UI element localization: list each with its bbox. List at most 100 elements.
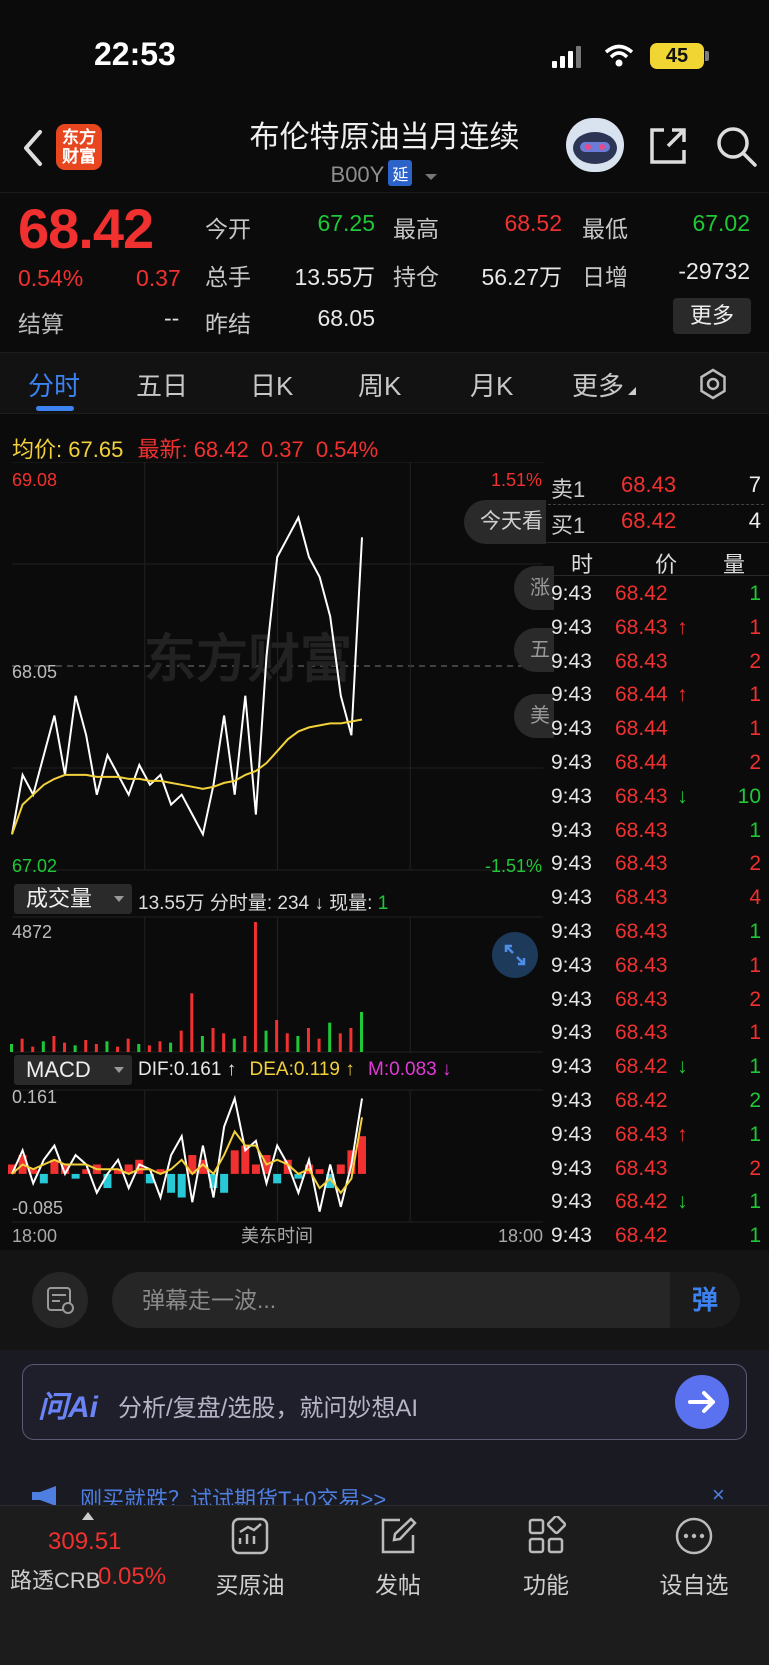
intraday-chart[interactable]: 东方财富 69.08 68.05 67.02 1.51% -1.51% 4872… [0,462,545,1252]
macd-bar [177,1173,186,1198]
tab-monthly-k[interactable]: 月K [470,366,513,403]
volume-indicator-select[interactable]: 成交量 [14,884,132,914]
settle-label: 结算 [18,311,64,337]
tick-price: 68.44 [615,717,668,741]
volume-bar [41,1041,45,1052]
volume-bar [200,1035,204,1052]
tick-qty: 1 [749,1122,761,1146]
tick-price: 68.43 [615,818,668,842]
tick-row: 9:43 68.42 1 [545,576,769,610]
ticks-header: 时 价 量 [545,542,769,577]
tick-arrow: ↑ [677,683,688,707]
nav-add-watchlist[interactable]: 设自选 [639,1512,749,1600]
tab-more-label: 更多 [572,371,625,401]
volume-bars [10,922,363,1052]
tick-row: 9:43 68.42 ↓ 1 [545,1049,769,1083]
tick-qty: 2 [749,852,761,876]
prev-settle-label: 昨结 [205,311,251,337]
chart-grid [12,462,543,1223]
tick-time: 9:43 [551,987,592,1011]
open-value: 67.25 [317,210,375,236]
danmu-send-button[interactable]: 弹 [670,1272,740,1328]
time-axis-label: 美东时间 [241,1226,313,1246]
volume-bar [306,1027,310,1052]
search-icon[interactable] [714,124,758,168]
index-pct[interactable]: 0.05% [98,1563,166,1591]
tick-time: 9:43 [551,649,592,673]
current-volume: 1 [377,893,389,914]
more-circle-icon [675,1517,713,1555]
low-value: 67.02 [692,210,750,236]
caret-down-icon [114,1067,124,1073]
tab-five-day[interactable]: 五日 [136,366,188,403]
tab-weekly-k[interactable]: 周K [358,366,401,403]
tick-price: 68.43 [615,886,668,910]
tick-row: 9:43 68.43 2 [545,1151,769,1185]
volume-bar [169,1042,173,1052]
tick-arrow: ↑ [677,1122,688,1146]
volume-bar [63,1042,67,1052]
index-value[interactable]: 309.51 [48,1528,121,1556]
last-price: 68.42 [18,197,154,260]
expand-chart-icon[interactable] [492,932,538,978]
ai-go-button[interactable] [675,1375,729,1429]
time-axis-start: 18:00 [12,1226,57,1246]
nav-post-label: 发帖 [375,1572,421,1598]
volume-bar [360,1011,363,1052]
tab-more[interactable]: 更多 [572,366,637,403]
high-label: 最高 [393,216,439,242]
volume-bar [116,1046,120,1052]
tick-price: 68.43 [615,784,668,808]
volume-max-label: 4872 [12,922,52,942]
tick-row: 9:43 68.43 ↑ 1 [545,1117,769,1151]
volume-bar [285,1033,289,1052]
tick-price: 68.42 [615,1055,668,1079]
danmu-input[interactable]: 弹幕走一波... [112,1272,670,1328]
chevron-down-icon [425,174,438,180]
volume-bar [179,1030,183,1052]
tick-time: 9:43 [551,784,592,808]
index-up-caret-icon [82,1512,94,1520]
caret-down-icon [114,896,124,902]
volume-bar [275,1019,279,1052]
ai-prompt-text[interactable]: 分析/复盘/选股，就问妙想AI [118,1388,418,1423]
tick-qty: 1 [749,1224,761,1248]
tick-price: 68.42 [615,582,668,605]
macd-bar [230,1150,239,1174]
chart-box-icon [231,1517,269,1555]
macd-bar [167,1173,176,1193]
tab-intraday[interactable]: 分时 [28,366,80,403]
macd-dif-line [11,1094,363,1212]
robot-assistant-avatar[interactable] [566,118,624,172]
share-icon[interactable] [646,124,690,168]
latest-change: 0.37 [260,437,304,462]
tick-row: 9:43 68.43 2 [545,982,769,1016]
macd-indicator-select[interactable]: MACD [14,1055,132,1085]
index-name[interactable]: 路透CRB [10,1563,100,1595]
tick-price: 68.42 [615,1224,668,1248]
tick-time: 9:43 [551,1122,592,1146]
tick-time: 9:43 [551,818,592,842]
edit-icon [381,1517,417,1554]
nav-buy-oil[interactable]: 买原油 [195,1512,305,1600]
volume-bar [20,1038,24,1052]
more-button[interactable]: 更多 [673,298,751,334]
nav-post[interactable]: 发帖 [343,1512,453,1600]
tick-price: 68.43 [615,615,668,639]
nav-functions[interactable]: 功能 [491,1512,601,1600]
macd-select-label: MACD [26,1057,91,1082]
today-view-bubble[interactable]: 今天看 [464,500,546,544]
volume-bar [253,922,257,1052]
price-change: 0.37 [136,265,181,291]
tab-daily-k[interactable]: 日K [250,366,293,403]
tick-time: 9:43 [551,615,592,639]
danmu-settings-button[interactable] [32,1272,88,1328]
volume-bar [52,1035,56,1052]
bid-qty: 4 [748,508,761,533]
gear-icon[interactable] [696,367,730,401]
high-value: 68.52 [504,210,562,236]
volume-value: 13.55万 [294,264,375,290]
tick-row: 9:43 68.43 1 [545,1015,769,1049]
price-axis-high: 69.08 [12,470,57,490]
macd-bar [315,1169,324,1174]
